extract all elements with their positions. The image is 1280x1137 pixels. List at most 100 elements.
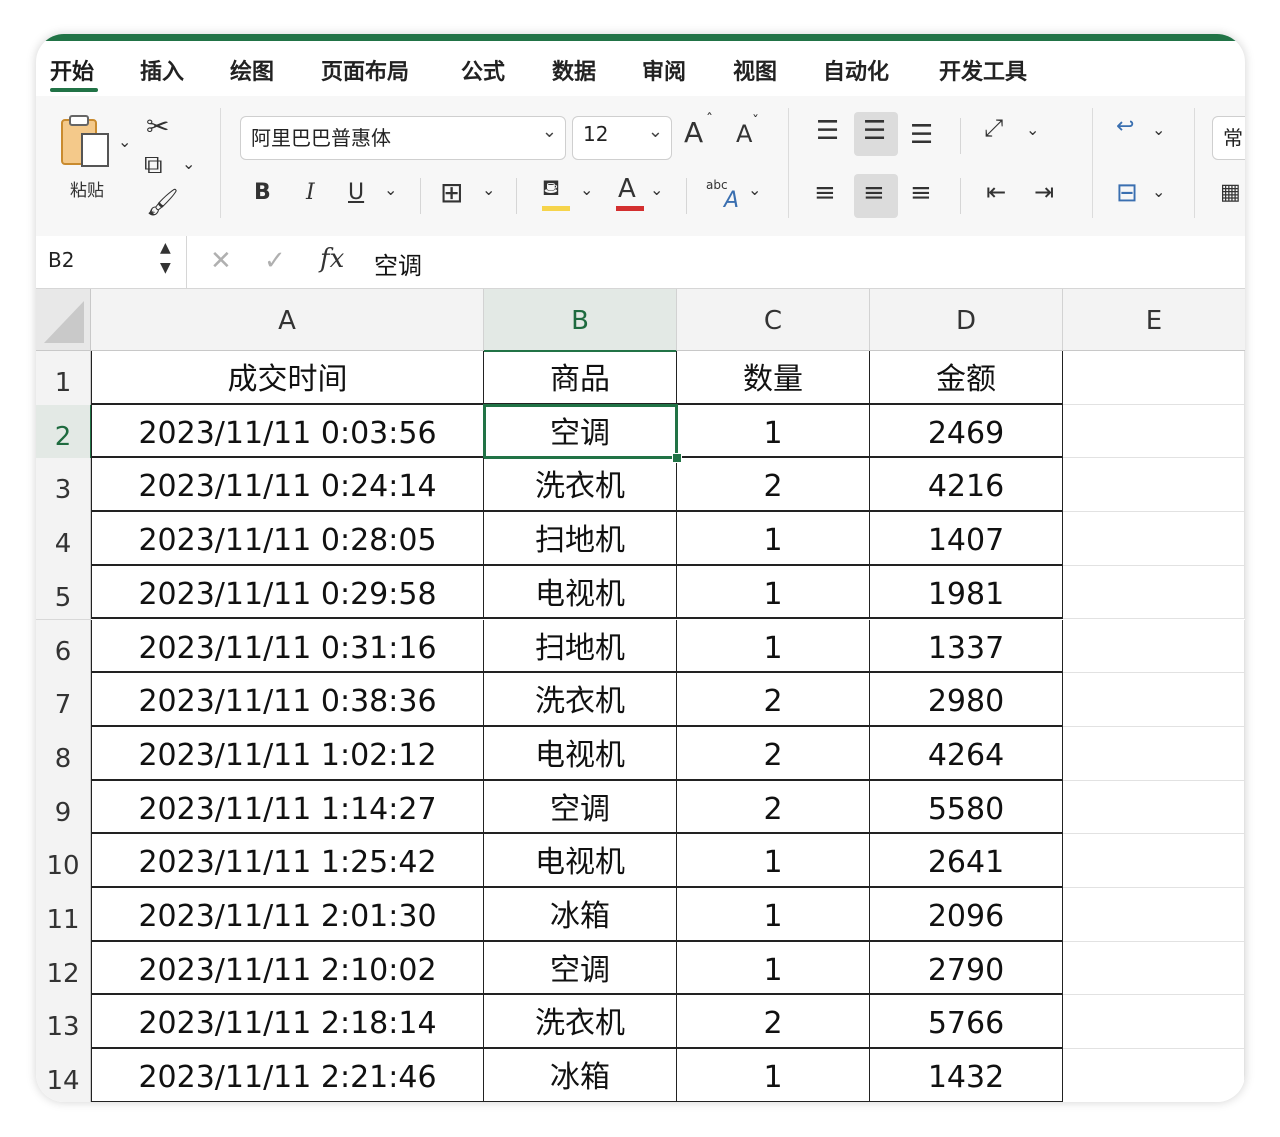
row-header[interactable]: 13 — [36, 995, 91, 1051]
row-header[interactable]: 9 — [36, 780, 91, 836]
italic-button[interactable]: I — [306, 180, 315, 205]
table-cell[interactable]: 4264 — [870, 726, 1063, 781]
fill-color-dropdown-chevron-icon[interactable]: ⌄ — [580, 180, 593, 199]
row-header[interactable]: 1 — [36, 351, 91, 406]
table-cell[interactable]: 1 — [677, 941, 870, 996]
table-cell[interactable]: 2 — [677, 726, 870, 781]
table-cell[interactable]: 扫地机 — [484, 619, 677, 674]
table-cell[interactable] — [1063, 619, 1245, 674]
table-cell[interactable]: 1 — [677, 619, 870, 674]
table-cell[interactable] — [1063, 726, 1245, 781]
table-cell[interactable]: 2096 — [870, 888, 1063, 942]
name-box[interactable]: B2 ▲ ▼ — [36, 236, 187, 288]
tab-developer[interactable]: 开发工具 — [939, 54, 1027, 86]
row-header[interactable]: 3 — [36, 458, 91, 514]
table-cell[interactable]: 1 — [677, 834, 870, 888]
merge-center-icon[interactable]: ⊟ — [1116, 178, 1138, 208]
table-cell[interactable]: 扫地机 — [484, 512, 677, 566]
select-all-corner[interactable] — [36, 289, 91, 351]
table-cell[interactable]: 2023/11/11 1:25:42 — [91, 834, 484, 888]
bold-button[interactable]: B — [254, 180, 271, 205]
tab-home[interactable]: 开始 — [50, 54, 94, 86]
table-cell[interactable]: 2 — [677, 458, 870, 513]
table-cell[interactable]: 2641 — [870, 834, 1063, 888]
cut-icon[interactable]: ✂ — [146, 110, 169, 143]
table-cell[interactable]: 空调 — [484, 941, 677, 996]
table-cell[interactable]: 2023/11/11 0:28:05 — [91, 512, 484, 566]
shrink-font-button[interactable]: A — [736, 120, 752, 148]
merge-dropdown-chevron-icon[interactable]: ⌄ — [1152, 182, 1165, 201]
cancel-entry-icon[interactable]: ✕ — [210, 246, 232, 276]
table-cell[interactable]: 2023/11/11 0:03:56 — [91, 404, 484, 459]
table-cell[interactable]: 2023/11/11 2:18:14 — [91, 995, 484, 1050]
fill-color-button[interactable]: ⛾ — [540, 176, 572, 216]
formula-content[interactable]: 空调 — [374, 246, 422, 281]
table-cell[interactable]: 电视机 — [484, 565, 677, 620]
table-cell[interactable]: 1 — [677, 404, 870, 459]
table-cell[interactable]: 冰箱 — [484, 888, 677, 942]
decrease-indent-icon[interactable]: ⇤ — [986, 178, 1006, 206]
table-cell[interactable]: 2023/11/11 2:01:30 — [91, 888, 484, 942]
table-cell[interactable]: 2790 — [870, 941, 1063, 996]
table-header-cell[interactable]: 成交时间 — [91, 351, 484, 405]
font-color-dropdown-chevron-icon[interactable]: ⌄ — [650, 180, 663, 199]
align-center-button[interactable]: ≡ — [854, 174, 898, 218]
align-middle-button[interactable]: ☰ — [854, 112, 898, 156]
table-cell[interactable]: 5766 — [870, 995, 1063, 1050]
tab-review[interactable]: 审阅 — [642, 54, 686, 86]
table-cell[interactable] — [1063, 404, 1245, 459]
table-cell[interactable]: 2023/11/11 0:24:14 — [91, 458, 484, 513]
font-color-button[interactable]: A — [614, 174, 646, 216]
tab-draw[interactable]: 绘图 — [230, 54, 274, 86]
table-cell[interactable]: 2023/11/11 1:02:12 — [91, 726, 484, 781]
row-header[interactable]: 2 — [36, 404, 92, 460]
phonetic-guide-icon[interactable]: A — [724, 188, 739, 213]
tab-view[interactable]: 视图 — [733, 54, 777, 86]
table-cell[interactable]: 2 — [677, 673, 870, 727]
row-header[interactable]: 7 — [36, 673, 91, 728]
table-cell[interactable] — [1063, 512, 1245, 566]
table-cell[interactable]: 2023/11/11 2:10:02 — [91, 941, 484, 996]
column-header-b[interactable]: B — [484, 289, 677, 352]
row-header[interactable]: 10 — [36, 834, 91, 889]
row-header[interactable]: 5 — [36, 565, 91, 621]
wrap-text-icon[interactable]: ↩ — [1116, 114, 1134, 139]
font-name-select[interactable]: 阿里巴巴普惠体 ⌄ — [240, 116, 566, 160]
table-cell[interactable]: 电视机 — [484, 834, 677, 888]
row-header[interactable]: 6 — [36, 619, 91, 675]
row-header[interactable]: 8 — [36, 726, 91, 782]
column-header-c[interactable]: C — [677, 289, 870, 351]
conditional-format-icon[interactable]: ▦ — [1220, 180, 1241, 205]
paste-dropdown-chevron-icon[interactable]: ⌄ — [118, 132, 131, 151]
table-cell[interactable]: 4216 — [870, 458, 1063, 513]
row-header[interactable]: 11 — [36, 888, 91, 943]
orientation-icon[interactable]: ⤢ — [984, 114, 1003, 142]
table-cell[interactable]: 1407 — [870, 512, 1063, 566]
table-cell[interactable]: 空调 — [484, 780, 677, 835]
align-right-icon[interactable]: ≡ — [910, 178, 932, 208]
table-cell[interactable]: 电视机 — [484, 726, 677, 781]
column-header-a[interactable]: A — [91, 289, 484, 351]
table-header-cell[interactable]: 商品 — [484, 351, 677, 405]
number-format-select[interactable]: 常 — [1212, 116, 1245, 160]
table-cell[interactable]: 2023/11/11 0:38:36 — [91, 673, 484, 727]
wrap-text-dropdown-chevron-icon[interactable]: ⌄ — [1152, 120, 1165, 139]
table-header-cell[interactable]: 金额 — [870, 351, 1063, 405]
table-cell[interactable] — [1063, 995, 1245, 1050]
table-cell[interactable]: 2023/11/11 0:29:58 — [91, 565, 484, 620]
borders-icon[interactable]: ⊞ — [440, 176, 463, 209]
row-header[interactable]: 12 — [36, 941, 91, 997]
align-bottom-icon[interactable]: ☰ — [910, 120, 933, 150]
tab-page-layout[interactable]: 页面布局 — [321, 54, 409, 86]
table-header-cell[interactable]: 数量 — [677, 351, 870, 405]
table-cell[interactable]: 2980 — [870, 673, 1063, 727]
font-size-select[interactable]: 12 ⌄ — [572, 116, 672, 160]
fill-handle[interactable] — [672, 453, 682, 464]
confirm-entry-icon[interactable]: ✓ — [264, 246, 286, 276]
table-cell[interactable] — [1063, 888, 1245, 942]
column-header-e[interactable]: E — [1063, 289, 1245, 351]
table-cell[interactable]: 洗衣机 — [484, 995, 677, 1050]
table-cell[interactable]: 空调 — [483, 403, 678, 460]
table-cell[interactable] — [1063, 565, 1245, 620]
table-cell[interactable]: 5580 — [870, 780, 1063, 835]
